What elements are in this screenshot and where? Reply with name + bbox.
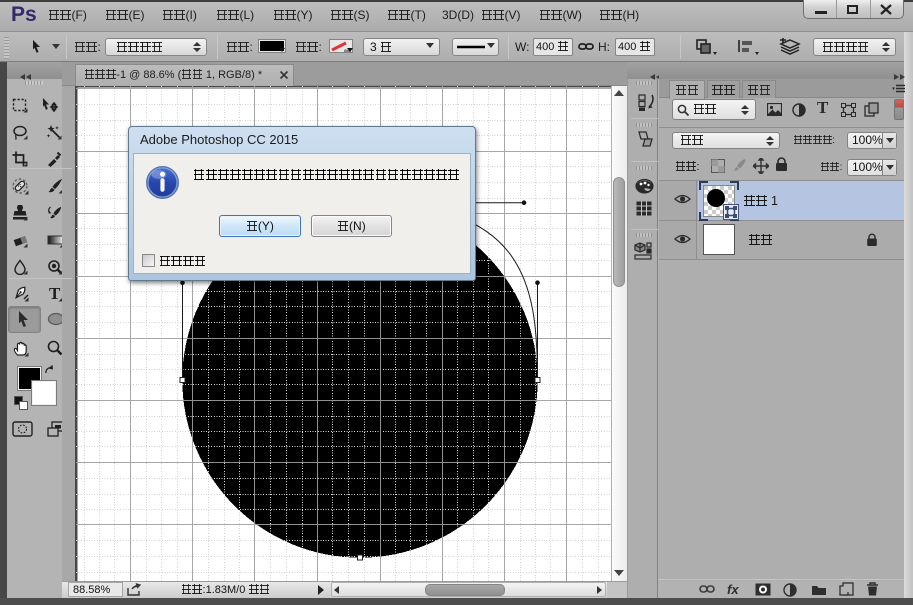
svg-text:T: T [49,285,61,302]
